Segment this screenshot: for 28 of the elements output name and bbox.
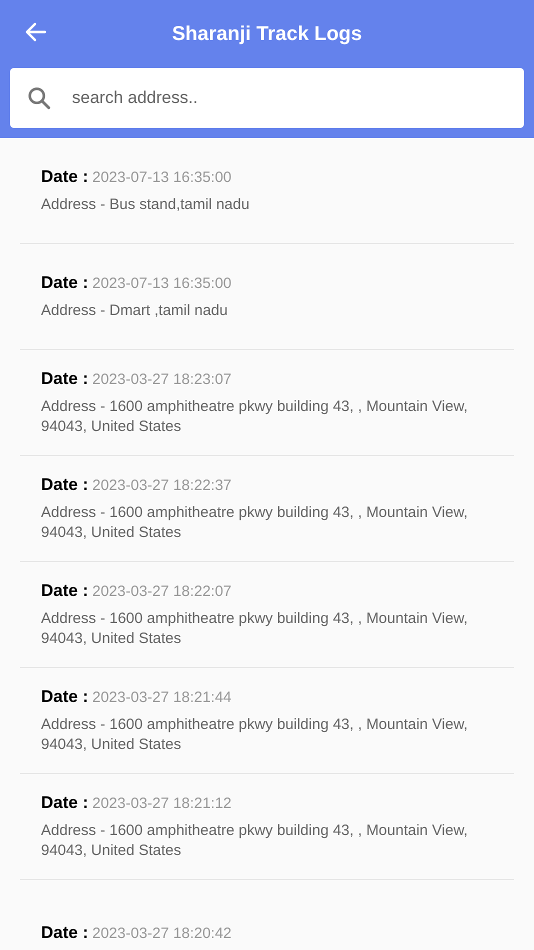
date-label: Date : [41,474,88,494]
log-date: 2023-03-27 18:21:44 [92,688,232,706]
log-date: 2023-03-27 18:21:12 [92,794,232,812]
search-icon [26,85,52,111]
search-field[interactable]: search address.. [70,77,508,119]
log-date: 2023-07-13 16:35:00 [92,274,232,292]
log-address: Address - 1600 amphitheatre pkwy building 43, , Mountain View, 94043, United States [41,502,469,542]
log-date: 2023-03-27 18:23:07 [92,370,232,388]
date-label: Date : [41,166,88,186]
log-address: Address - 1600 amphitheatre pkwy building 43, , Mountain View, 94043, United States [41,820,469,860]
date-label: Date : [41,368,88,388]
log-address: Address - Bus stand,tamil nadu [41,194,250,214]
log-date: 2023-03-27 18:20:42 [92,924,232,942]
date-label: Date : [41,580,88,600]
log-date: 2023-03-27 18:22:37 [92,476,232,494]
back-arrow-icon[interactable] [24,20,48,44]
log-address: Address - Dmart ,tamil nadu [41,300,229,320]
log-address: Address - 1600 amphitheatre pkwy building 43, , Mountain View, 94043, United States [41,396,469,436]
log-date: 2023-07-13 16:35:00 [92,168,232,186]
log-address: Address - 1600 amphitheatre pkwy building 43, , Mountain View, 94043, United States [41,608,469,648]
date-label: Date : [41,272,88,292]
date-label: Date : [41,922,88,942]
date-label: Date : [41,792,88,812]
search-bar[interactable]: search address.. [10,68,524,128]
log-address: Address - 1600 amphitheatre pkwy building 43, , Mountain View, 94043, United States [41,714,469,754]
log-date: 2023-03-27 18:22:07 [92,582,232,600]
date-label: Date : [41,686,88,706]
page-title: Sharanji Track Logs [172,22,362,46]
